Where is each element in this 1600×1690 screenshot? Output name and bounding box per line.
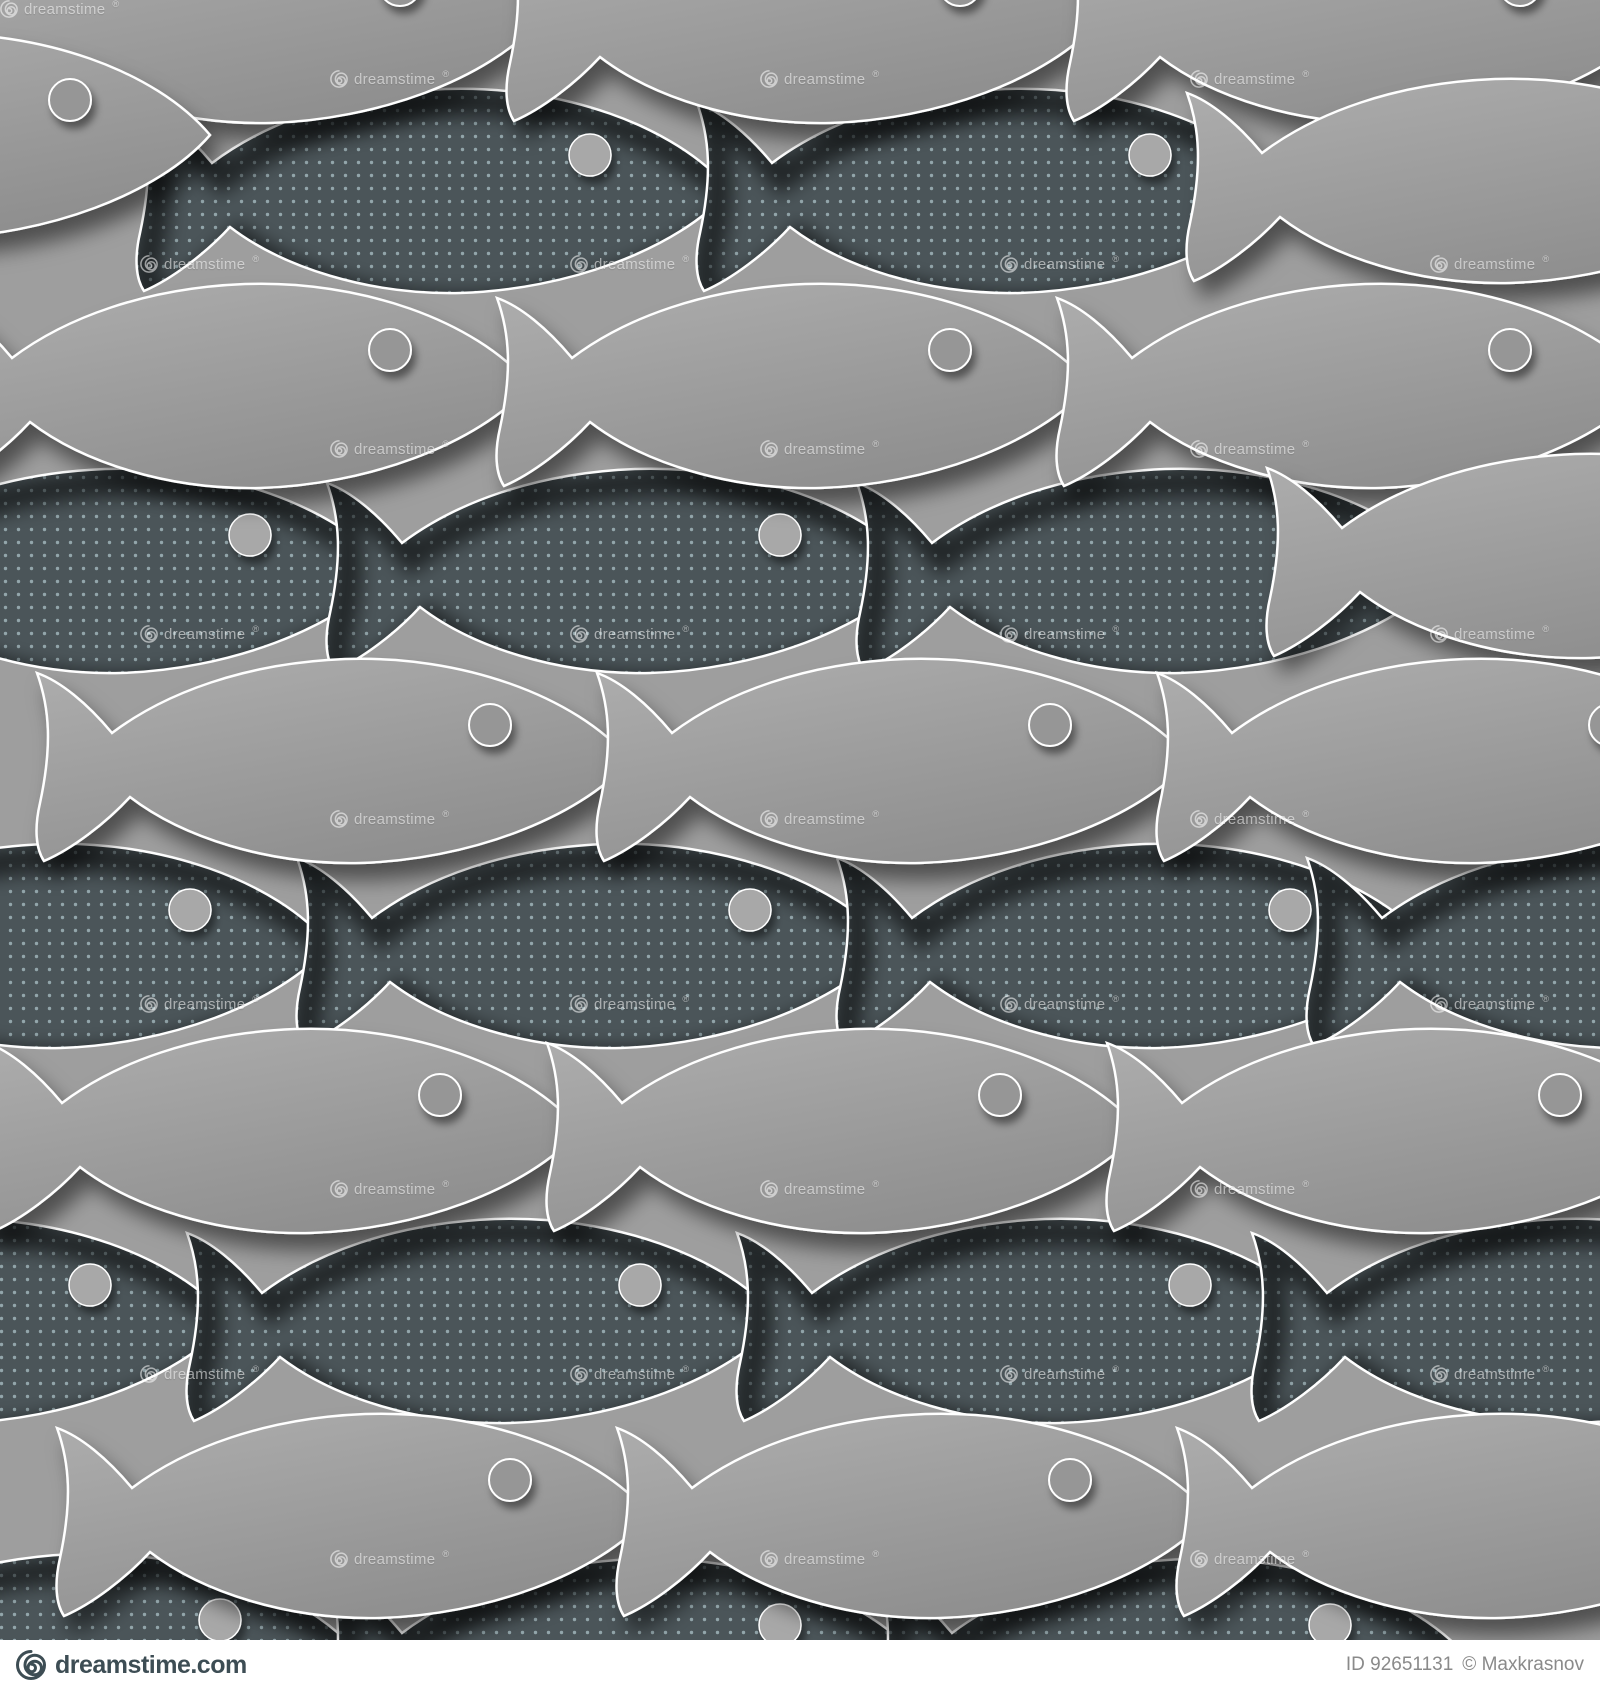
dreamstime-logo-icon (16, 1650, 46, 1680)
fish-pattern-svg (0, 0, 1600, 1640)
image-author: © Maxkrasnov (1462, 1654, 1584, 1675)
image-credit: ID 92651131 © Maxkrasnov (1346, 1654, 1584, 1676)
brand-text: dreamstime.com (55, 1650, 247, 1679)
image-id: ID 92651131 (1345, 1654, 1454, 1675)
dreamstime-brand: dreamstime.com (16, 1650, 247, 1680)
fish-pattern-image: dreamstime ® dreamstime ® dreamstime ® drea… (0, 0, 1600, 1640)
stock-image-preview: dreamstime ® dreamstime ® dreamstime ® drea… (0, 0, 1600, 1690)
footer-bar: dreamstime.com ID 92651131 © Maxkrasnov (0, 1640, 1600, 1690)
